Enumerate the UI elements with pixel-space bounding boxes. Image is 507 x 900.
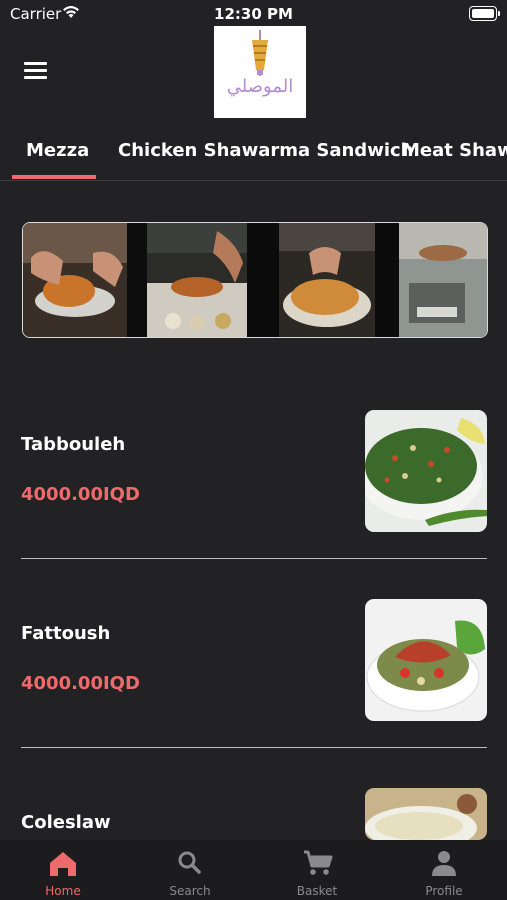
home-icon [50,852,76,876]
tab-mezza[interactable]: Mezza [26,140,89,161]
menu-icon-line [24,62,47,65]
search-icon [178,851,201,874]
brand-logo: الموصلي [214,26,306,118]
tabbar-basket[interactable]: Basket [254,840,380,900]
banner-photo-7 [399,223,487,337]
category-tabs: Mezza Chicken Shawarma Sandwich Meat Sha… [0,130,507,181]
divider [21,747,487,748]
tabbouleh-photo [365,410,487,532]
battery-icon [469,6,500,21]
item-name: Fattoush [21,623,111,644]
tabbar-profile[interactable]: Profile [381,840,507,900]
tabbar-search[interactable]: Search [127,840,253,900]
banner-photo-4 [247,223,279,337]
divider [21,558,487,559]
banner-photo-6 [375,223,399,337]
banner-photo-3 [147,223,247,337]
tabbar-profile-label: Profile [425,884,463,898]
tabbar-search-label: Search [169,884,211,898]
clock: 12:30 PM [214,5,293,23]
fattoush-photo [365,599,487,721]
menu-icon-line [24,69,47,72]
banner-photo-5 [279,223,375,337]
coleslaw-photo [365,788,487,840]
bottom-tab-bar: Home Search Basket Profile [0,840,507,900]
shawarma-logo-icon [252,30,268,76]
cart-icon [304,850,333,875]
tabbar-home[interactable]: Home [0,840,126,900]
tab-meat-shawarma[interactable]: Meat Shawa [402,140,507,161]
tab-chicken-shawarma-sandwich[interactable]: Chicken Shawarma Sandwich [118,140,413,161]
item-price: 4000.00IQD [21,673,140,694]
active-tab-indicator [12,175,96,179]
menu-button[interactable] [24,62,47,80]
menu-icon-line [24,76,47,79]
person-icon [432,851,456,876]
item-name: Coleslaw [21,812,111,833]
tabbar-basket-label: Basket [296,884,338,898]
promo-banner[interactable] [22,222,488,338]
banner-photo-1 [23,223,127,337]
tabbar-home-label: Home [45,884,81,898]
logo-text: الموصلي [226,76,294,97]
banner-photo-2 [127,223,147,337]
item-price: 4000.00IQD [21,484,140,505]
item-name: Tabbouleh [21,434,126,455]
status-bar: Carrier 12:30 PM [0,0,507,28]
